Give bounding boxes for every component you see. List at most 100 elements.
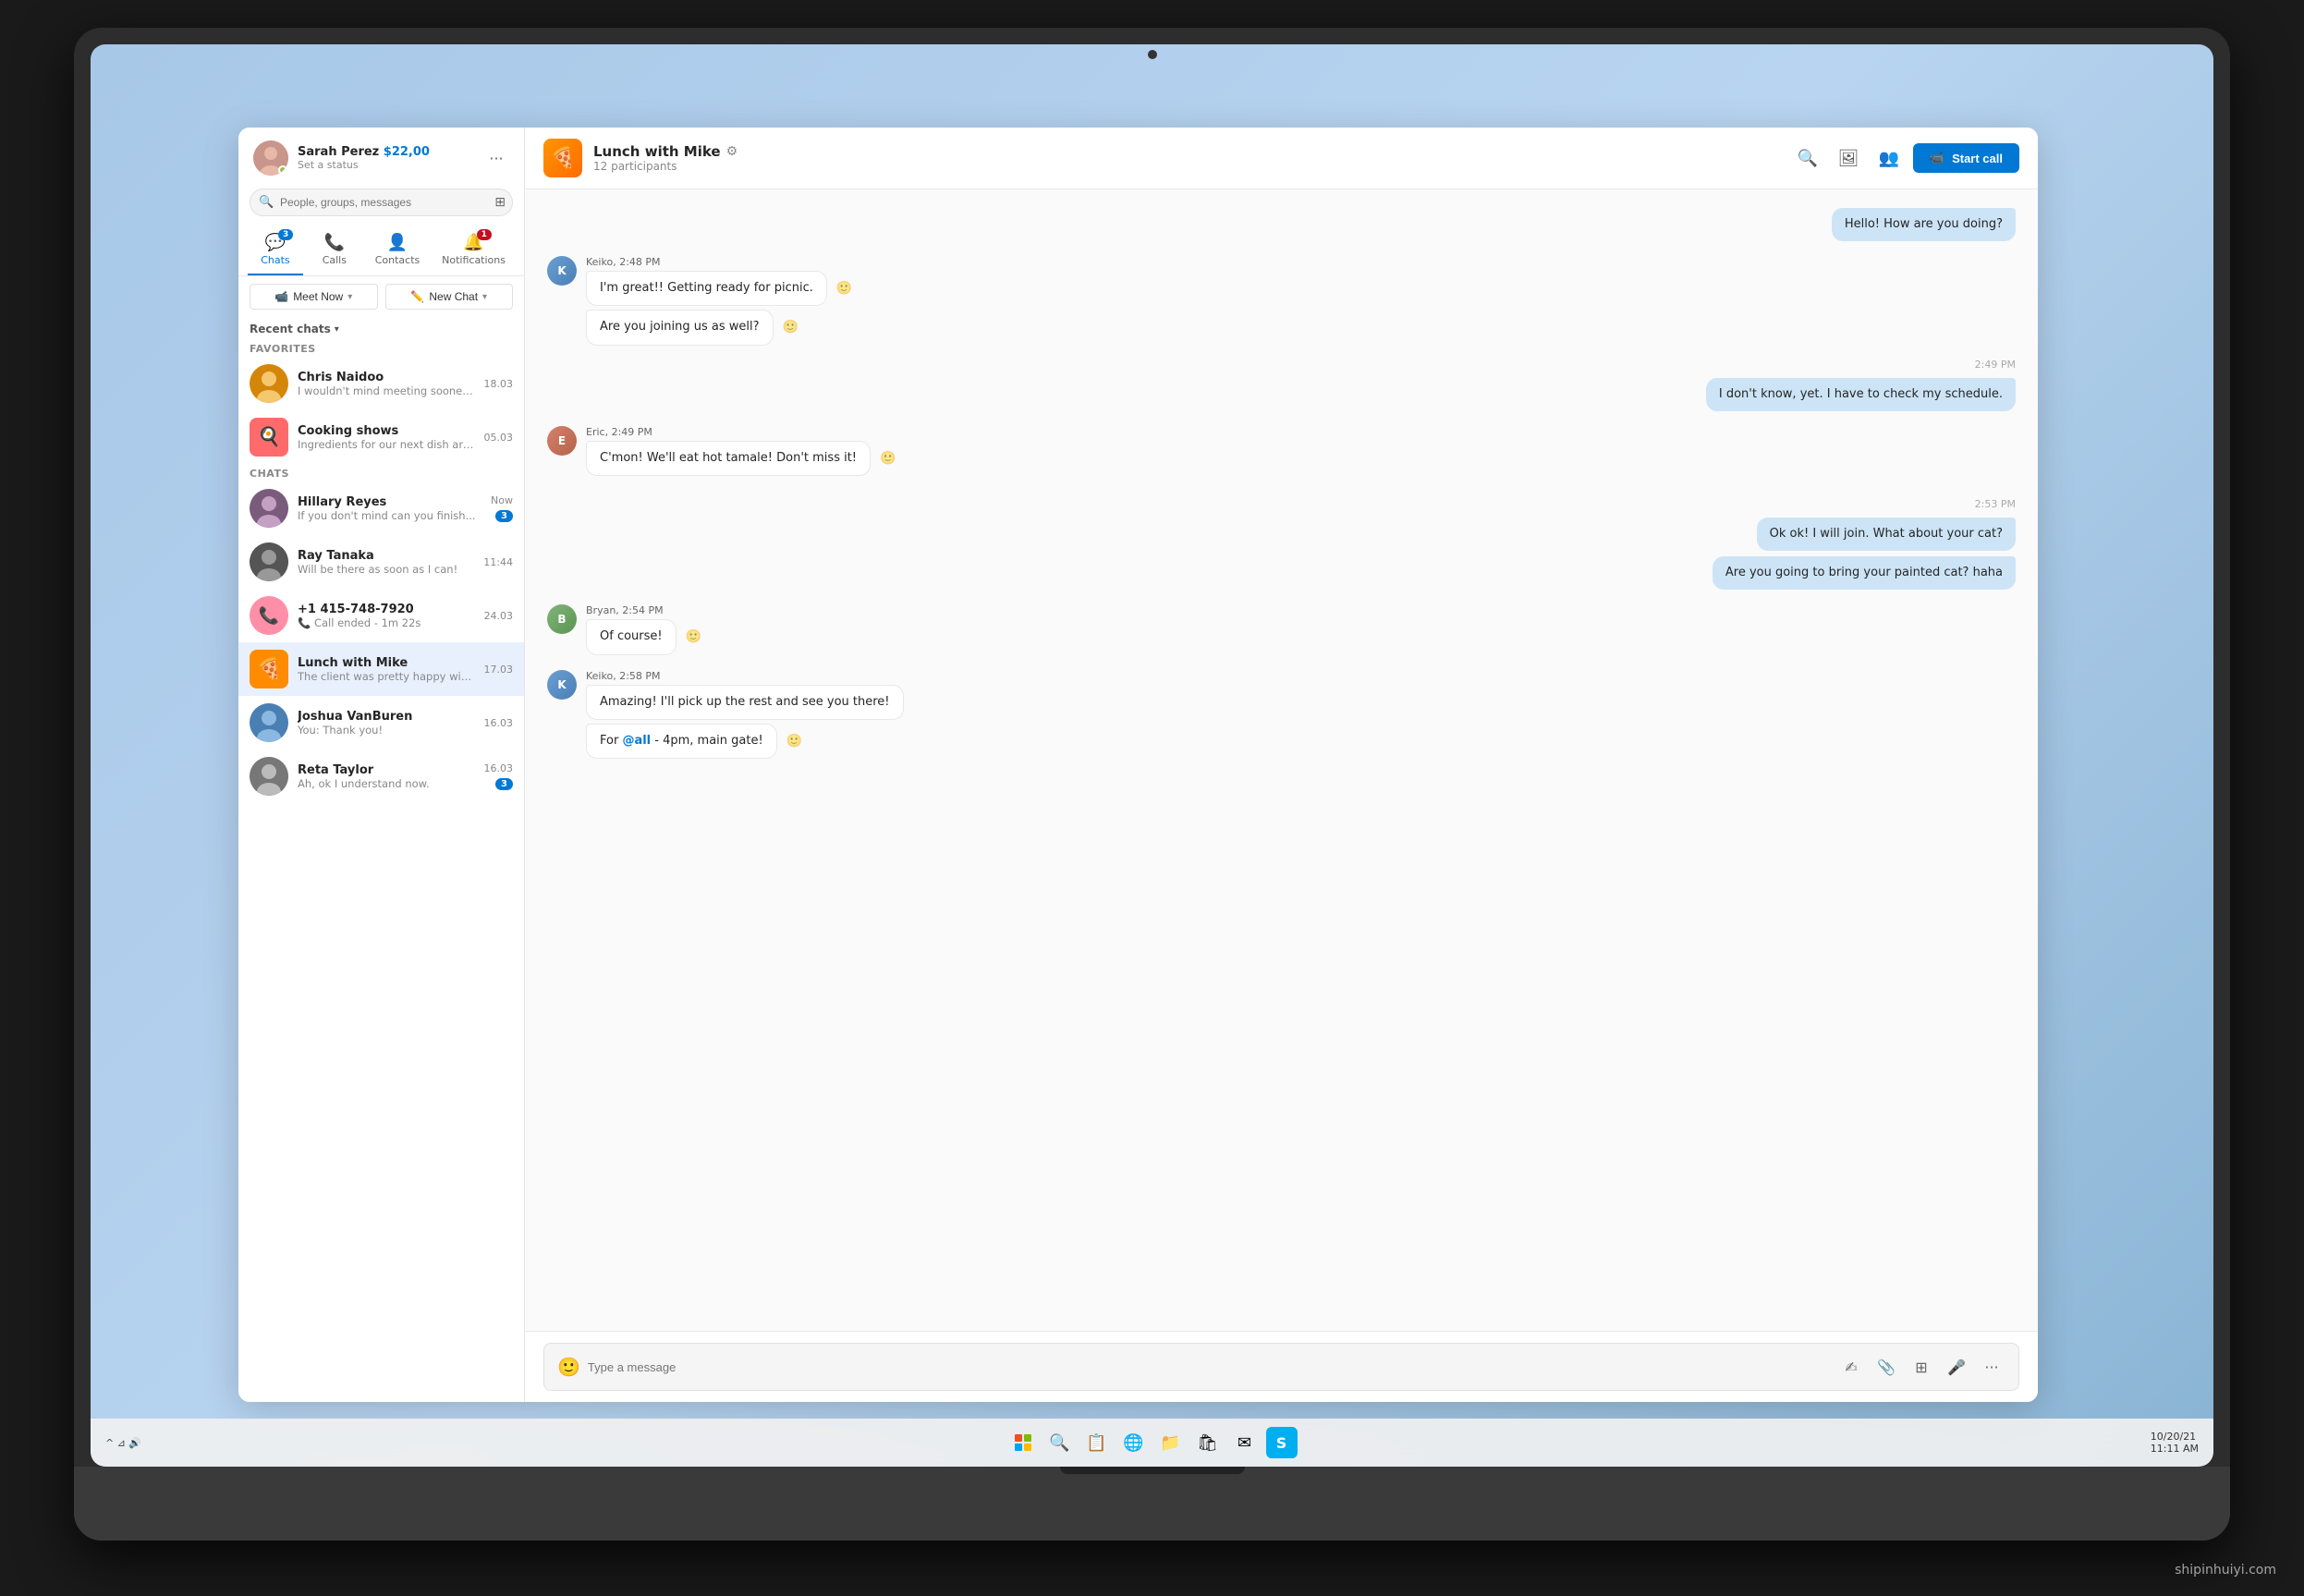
chat-name: Hillary Reyes (298, 495, 482, 509)
avatar: E (547, 426, 577, 456)
list-item[interactable]: Chris Naidoo I wouldn't mind meeting soo… (238, 357, 524, 410)
chat-time: 16.03 (484, 762, 514, 774)
audio-button[interactable]: 🎤 (1943, 1353, 1970, 1381)
chat-time: 18.03 (484, 378, 514, 390)
favorites-section-label: Favorites (238, 339, 524, 357)
new-chat-button[interactable]: ✏️ New Chat ▾ (385, 284, 514, 310)
chat-info: Ray Tanaka Will be there as soon as I ca… (298, 549, 474, 576)
chat-preview: If you don't mind can you finish... (298, 509, 482, 522)
messages-area: Hello! How are you doing? K Keiko, 2:48 … (525, 189, 2038, 1331)
list-item[interactable]: 🍕 Lunch with Mike The client was pretty … (238, 642, 524, 696)
user-status: Set a status (298, 159, 430, 171)
notifications-label: Notifications (442, 254, 506, 266)
chat-meta: 16.03 3 (484, 762, 514, 790)
message-input[interactable] (588, 1360, 1830, 1374)
grid-view-icon[interactable]: ⊞ (494, 195, 506, 210)
chat-name: Lunch with Mike (298, 656, 475, 670)
chat-info: Reta Taylor Ah, ok I understand now. (298, 763, 475, 790)
chat-preview: 📞 Call ended - 1m 22s (298, 616, 475, 629)
more-options-button[interactable]: ··· (483, 145, 509, 171)
user-avatar[interactable] (253, 140, 288, 176)
skype-icon[interactable]: S (1266, 1427, 1298, 1458)
windows-start-button[interactable] (1007, 1427, 1039, 1458)
chat-list: Favorites Chris Naido (238, 339, 524, 1402)
message-bubble: Are you going to bring your painted cat?… (1713, 556, 2016, 590)
emoji-button[interactable]: 🙂 (557, 1356, 580, 1378)
settings-icon[interactable]: ⚙ (726, 144, 738, 159)
message-bubble: I don't know, yet. I have to check my sc… (1706, 378, 2016, 411)
camera-icon (1148, 50, 1157, 59)
new-chat-chevron: ▾ (482, 292, 487, 302)
message-bubble: Ok ok! I will join. What about your cat? (1757, 518, 2016, 551)
message-bubble: Are you joining us as well? (586, 310, 774, 345)
meet-now-button[interactable]: 📹 Meet Now ▾ (250, 284, 378, 310)
chat-preview: Ah, ok I understand now. (298, 777, 475, 790)
edge-browser-icon[interactable]: 🌐 (1118, 1427, 1150, 1458)
mail-icon[interactable]: ✉ (1229, 1427, 1261, 1458)
list-item[interactable]: Reta Taylor Ah, ok I understand now. 16.… (238, 749, 524, 803)
taskbar-tray: ^ ⊿ 🔊 (105, 1437, 141, 1449)
chat-preview: Ingredients for our next dish are... (298, 438, 475, 451)
more-button[interactable]: ··· (1978, 1353, 2005, 1381)
emoji-reaction[interactable]: 🙂 (783, 320, 798, 335)
msg-row: Hello! How are you doing? (547, 208, 2016, 241)
format-button[interactable]: ✍ (1837, 1353, 1865, 1381)
list-item[interactable]: 📞 +1 415-748-7920 📞 Call ended - 1m 22s … (238, 589, 524, 642)
emoji-reaction[interactable]: 🙂 (836, 281, 852, 296)
participants-button[interactable]: 👥 (1872, 141, 1906, 175)
avatar: 🍕 (250, 650, 288, 688)
chat-info: Chris Naidoo I wouldn't mind meeting soo… (298, 371, 475, 397)
task-view-button[interactable]: 📋 (1081, 1427, 1113, 1458)
list-item[interactable]: 🍳 Cooking shows Ingredients for our next… (238, 410, 524, 464)
tab-calls[interactable]: 📞 Calls (307, 227, 362, 275)
taskbar-center: 🔍 📋 🌐 📁 🛍 ✉ S (1007, 1427, 1298, 1458)
image-button[interactable]: ⊞ (1908, 1353, 1935, 1381)
chat-main: 🍕 Lunch with Mike ⚙ 12 participants (525, 128, 2038, 1402)
video-call-icon: 📹 (1930, 151, 1944, 165)
sender-name: Bryan, 2:54 PM (586, 604, 701, 616)
search-taskbar-button[interactable]: 🔍 (1044, 1427, 1076, 1458)
list-item[interactable]: Joshua VanBuren You: Thank you! 16.03 (238, 696, 524, 749)
user-info: Sarah Perez $22,00 Set a status (253, 140, 430, 176)
emoji-reaction[interactable]: 🙂 (880, 451, 896, 466)
avatar: 🍳 (250, 418, 288, 457)
recent-chats-header[interactable]: Recent chats ▾ (238, 317, 524, 339)
chat-header: 🍕 Lunch with Mike ⚙ 12 participants (525, 128, 2038, 189)
store-icon[interactable]: 🛍 (1192, 1427, 1224, 1458)
chat-name: Cooking shows (298, 424, 475, 438)
search-input[interactable] (250, 189, 513, 216)
chat-info: Cooking shows Ingredients for our next d… (298, 424, 475, 451)
message-bubble: Hello! How are you doing? (1832, 208, 2016, 241)
tab-chats[interactable]: 💬 3 Chats (248, 227, 303, 275)
tab-notifications[interactable]: 🔔 1 Notifications (433, 227, 515, 275)
tab-contacts[interactable]: 👤 Contacts (366, 227, 430, 275)
avatar: 📞 (250, 596, 288, 635)
emoji-reaction[interactable]: 🙂 (686, 629, 701, 644)
svg-text:📞: 📞 (259, 604, 280, 626)
taskbar-datetime: 10/20/21 11:11 AM (2151, 1431, 2199, 1455)
taskbar: ^ ⊿ 🔊 🔍 📋 🌐 📁 (91, 1419, 2213, 1467)
recent-chats-chevron: ▾ (335, 324, 339, 335)
chat-info: Lunch with Mike The client was pretty ha… (298, 656, 475, 683)
chat-header-info: Lunch with Mike ⚙ 12 participants (593, 143, 738, 173)
sender-name: Keiko, 2:48 PM (586, 256, 852, 268)
list-item[interactable]: Hillary Reyes If you don't mind can you … (238, 481, 524, 535)
msg-content: Eric, 2:49 PM C'mon! We'll eat hot tamal… (586, 426, 896, 476)
chat-header-left: 🍕 Lunch with Mike ⚙ 12 participants (543, 139, 738, 177)
attachment-button[interactable]: 📎 (1872, 1353, 1900, 1381)
sidebar-header: Sarah Perez $22,00 Set a status ··· (238, 128, 524, 183)
list-item[interactable]: Ray Tanaka Will be there as soon as I ca… (238, 535, 524, 589)
search-chat-button[interactable]: 🔍 (1791, 141, 1824, 175)
watermark: shipinhuiyi.com (2175, 1563, 2276, 1578)
file-explorer-icon[interactable]: 📁 (1155, 1427, 1187, 1458)
emoji-reaction[interactable]: 🙂 (786, 734, 802, 749)
screen-content: Sarah Perez $22,00 Set a status ··· 🔍 (91, 44, 2213, 1467)
msg-row: Are you going to bring your painted cat?… (547, 556, 2016, 590)
gallery-button[interactable]: 🖼 (1832, 141, 1865, 175)
participants-count: 12 participants (593, 160, 738, 173)
msg-content: Keiko, 2:58 PM Amazing! I'll pick up the… (586, 670, 904, 759)
start-call-button[interactable]: 📹 Start call (1913, 143, 2019, 173)
search-bar: 🔍 ⊞ (250, 189, 513, 216)
message-bubble: Amazing! I'll pick up the rest and see y… (586, 685, 904, 720)
laptop-shell: Sarah Perez $22,00 Set a status ··· 🔍 (74, 28, 2230, 1541)
